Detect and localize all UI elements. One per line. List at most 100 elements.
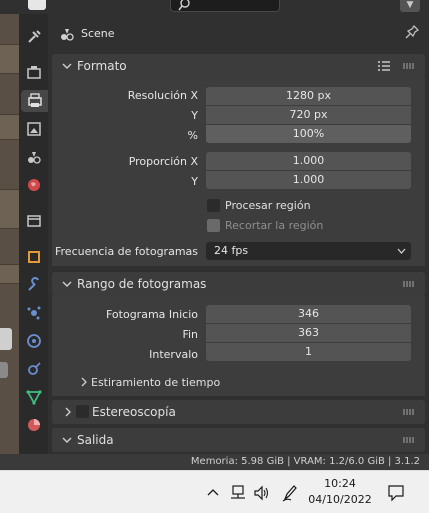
top-header-strip: ▼ xyxy=(0,0,429,14)
clock-time: 10:24 xyxy=(324,477,356,490)
drag-grip-icon[interactable] xyxy=(403,281,415,287)
frame-rate-label: Frecuencia de fotogramas xyxy=(55,245,198,258)
tab-modifiers[interactable] xyxy=(22,274,46,296)
frame-step-field[interactable]: 1 xyxy=(206,343,411,361)
panel-body-formato: Resolución X 1280 px Y 720 px % 100% Pro… xyxy=(52,78,425,266)
panel-body-frame-range: Fotograma Inicio 346 Fin 363 Intervalo 1… xyxy=(52,296,425,396)
chevron-right-icon xyxy=(65,407,71,417)
frame-end-label: Fin xyxy=(182,328,198,341)
object-icon xyxy=(28,251,40,263)
tab-physics[interactable] xyxy=(22,330,46,352)
viewport-area[interactable] xyxy=(0,14,19,454)
panel-title: Rango de fotogramas xyxy=(77,277,207,291)
wrench-icon xyxy=(28,277,39,291)
viewport-collapse-tab[interactable] xyxy=(0,362,8,378)
volume-icon[interactable] xyxy=(253,485,271,501)
frame-end-field[interactable]: 363 xyxy=(206,324,411,342)
tab-material[interactable] xyxy=(22,414,46,436)
chevron-down-icon[interactable]: ▼ xyxy=(400,0,420,12)
properties-tabs xyxy=(19,14,48,454)
context-header: Scene xyxy=(48,14,429,52)
panel-header-output[interactable]: Salida xyxy=(52,428,425,452)
frame-step-label: Intervalo xyxy=(149,348,198,361)
tab-collection[interactable] xyxy=(22,210,46,232)
presets-list-icon[interactable] xyxy=(377,59,391,73)
resolution-x-field[interactable]: 1280 px xyxy=(206,87,411,105)
viewport-nav-gizmo[interactable] xyxy=(0,328,12,350)
aspect-y-field[interactable]: 1.000 xyxy=(206,171,411,189)
scene-icon xyxy=(28,152,41,164)
clock-date: 04/10/2022 xyxy=(308,493,372,506)
crop-region-label: Recortar la región xyxy=(225,219,324,232)
subpanel-time-stretch[interactable]: Estiramiento de tiempo xyxy=(76,372,416,392)
render-region-label: Procesar región xyxy=(225,199,311,212)
render-region-checkbox[interactable] xyxy=(207,199,220,212)
chevron-up-icon[interactable] xyxy=(207,488,219,496)
properties-editor: Scene Formato Resolución X 1280 px Y 720… xyxy=(48,14,429,454)
pin-icon[interactable] xyxy=(405,25,419,39)
status-bar: Memoria: 5.98 GiB | VRAM: 1.2/6.0 GiB | … xyxy=(0,454,429,470)
image-icon xyxy=(27,122,41,136)
tab-object[interactable] xyxy=(22,246,46,268)
chevron-down-icon xyxy=(62,63,72,69)
printer-icon xyxy=(27,93,42,107)
tab-tool[interactable] xyxy=(22,26,46,48)
panel-title: Formato xyxy=(77,59,127,73)
chevron-down-icon xyxy=(62,437,72,443)
world-icon xyxy=(28,179,40,191)
panel-header-stereoscopy[interactable]: Estereoscopía xyxy=(52,400,425,424)
status-text: Memoria: 5.98 GiB | VRAM: 1.2/6.0 GiB | … xyxy=(190,456,420,467)
render-icon xyxy=(27,66,41,79)
crop-region-checkbox xyxy=(207,219,220,232)
resolution-y-field[interactable]: 720 px xyxy=(206,106,411,124)
tab-world[interactable] xyxy=(22,174,46,196)
resolution-x-label: Resolución X xyxy=(127,89,198,102)
physics-icon xyxy=(27,334,41,348)
tab-particles[interactable] xyxy=(22,302,46,324)
aspect-x-label: Proporción X xyxy=(128,155,198,168)
panel-header-frame-range[interactable]: Rango de fotogramas xyxy=(52,272,425,296)
collection-icon xyxy=(27,215,41,227)
clock[interactable]: 10:24 04/10/2022 xyxy=(304,476,376,508)
drag-grip-icon[interactable] xyxy=(403,409,415,415)
particles-icon xyxy=(27,306,41,320)
taskbar: 10:24 04/10/2022 xyxy=(0,470,429,513)
chevron-right-icon xyxy=(81,377,87,387)
material-icon xyxy=(28,419,40,431)
aspect-x-field[interactable]: 1.000 xyxy=(206,152,411,170)
tab-output[interactable] xyxy=(21,90,48,112)
tab-render[interactable] xyxy=(22,62,46,84)
panel-header-formato[interactable]: Formato xyxy=(52,54,425,78)
drag-grip-icon[interactable] xyxy=(403,437,415,443)
subpanel-title: Estiramiento de tiempo xyxy=(91,376,221,389)
resolution-y-label: Y xyxy=(191,109,198,122)
mesh-data-icon xyxy=(26,390,42,405)
chevron-down-icon xyxy=(397,248,406,254)
search-icon xyxy=(178,0,190,11)
context-title: Scene xyxy=(81,27,115,40)
resolution-percent-slider[interactable]: 100% xyxy=(206,125,411,143)
frame-start-label: Fotograma Inicio xyxy=(105,308,198,321)
constraint-icon xyxy=(28,362,41,375)
scene-icon xyxy=(61,29,74,41)
tab-constraints[interactable] xyxy=(22,358,46,380)
search-input[interactable] xyxy=(170,0,280,12)
frame-rate-value: 24 fps xyxy=(214,244,249,257)
notification-icon[interactable] xyxy=(387,484,405,502)
frame-rate-dropdown[interactable]: 24 fps xyxy=(206,242,411,260)
tool-icon xyxy=(28,30,41,43)
frame-start-field[interactable]: 346 xyxy=(206,305,411,323)
tab-data[interactable] xyxy=(22,386,46,408)
chevron-down-icon xyxy=(62,281,72,287)
aspect-y-label: Y xyxy=(191,175,198,188)
editor-type-dropdown[interactable] xyxy=(28,0,46,10)
drag-grip-icon[interactable] xyxy=(403,63,415,69)
stereoscopy-checkbox[interactable] xyxy=(76,405,89,418)
tab-scene[interactable] xyxy=(22,146,46,168)
network-icon[interactable] xyxy=(229,485,247,501)
tab-view-layer[interactable] xyxy=(22,118,46,140)
resolution-percent-label: % xyxy=(187,129,198,142)
panel-title: Salida xyxy=(77,433,114,447)
pen-icon[interactable] xyxy=(282,484,298,502)
panel-title: Estereoscopía xyxy=(92,405,176,419)
